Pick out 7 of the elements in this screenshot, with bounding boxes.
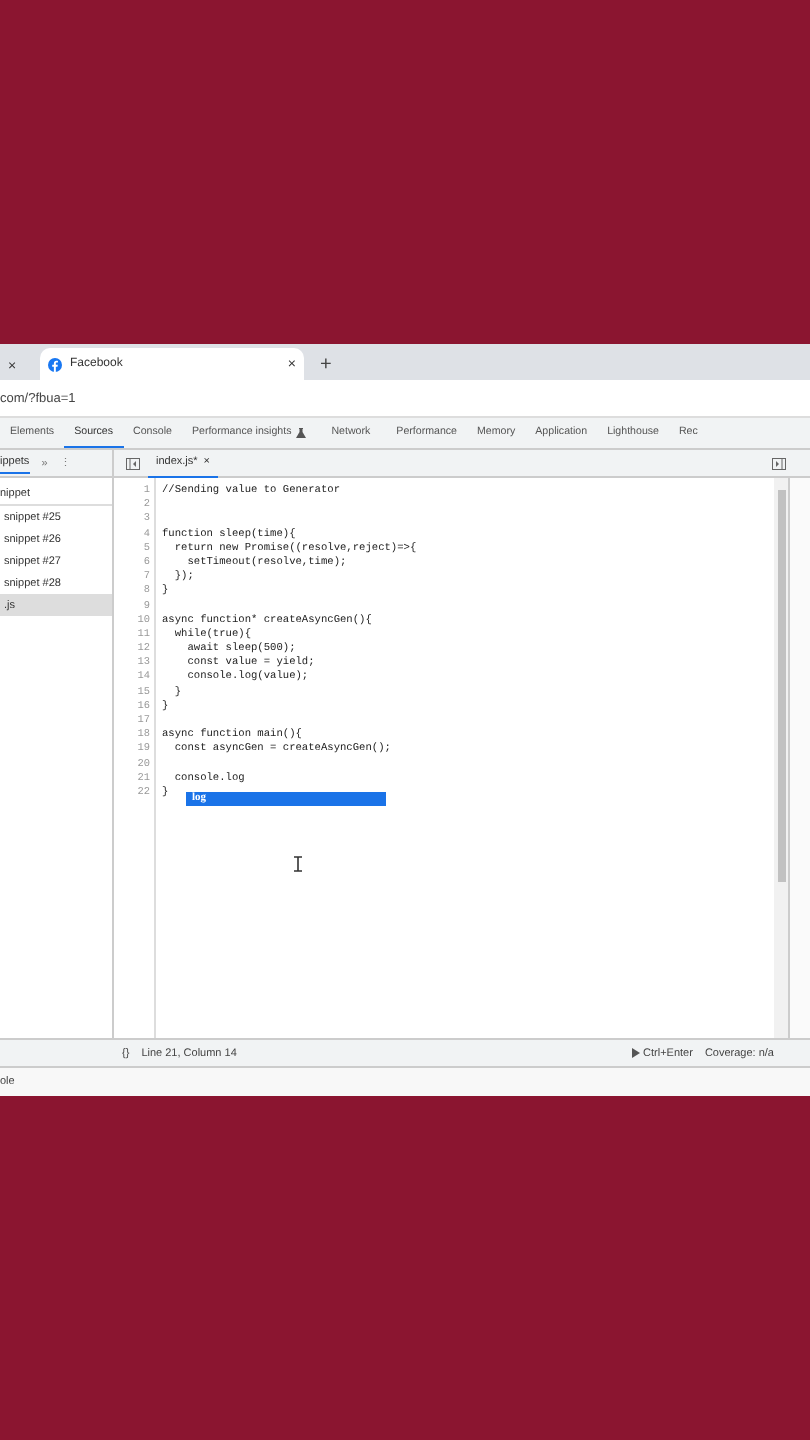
text-cursor-icon <box>294 856 302 872</box>
scrollbar[interactable] <box>774 478 788 1038</box>
flask-icon <box>295 427 306 437</box>
new-tab-button[interactable]: + <box>312 352 340 380</box>
sidebar-toggle-icon[interactable] <box>772 457 786 469</box>
sidebar-toggle-icon[interactable] <box>126 457 140 469</box>
play-icon[interactable] <box>631 1048 640 1058</box>
